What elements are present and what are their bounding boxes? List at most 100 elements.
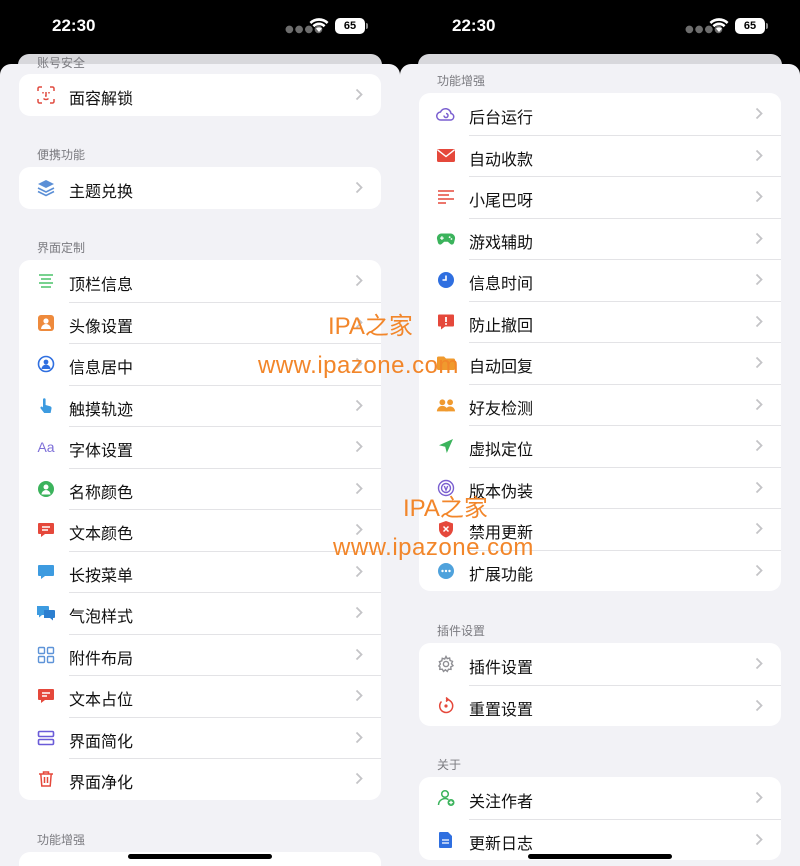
row-auto-receive[interactable]: 自动收款 <box>419 134 781 177</box>
row-label: 字体设置 <box>69 441 134 460</box>
row-follow-author[interactable]: 关注作者 <box>419 777 781 819</box>
menu-bubble-icon <box>36 562 56 582</box>
status-bar: 22:30 ●●●● 65 <box>0 0 400 56</box>
group-portable: 主题兑换 <box>19 167 381 209</box>
wifi-icon <box>709 18 729 32</box>
chevron-right-icon <box>355 648 363 660</box>
row-label: 后台运行 <box>469 108 534 127</box>
row-label: 小尾巴呀 <box>469 191 534 210</box>
battery-indicator: 65 <box>735 18 768 34</box>
avatar-frame-icon <box>36 313 56 333</box>
row-label: 虚拟定位 <box>469 440 534 459</box>
chevron-right-icon <box>755 232 763 244</box>
chevron-right-icon <box>355 689 363 702</box>
right-screen: 22:30 ●●●● 65 功能增强 后台运行 自动收款 小尾巴呀 游戏辅助 信… <box>400 0 800 866</box>
row-game-assist[interactable]: 游戏辅助 <box>419 217 781 260</box>
row-label: 自动回复 <box>469 357 534 376</box>
watermark-url: www.ipazone.com <box>258 352 459 379</box>
wifi-icon <box>309 18 329 32</box>
row-label: 自动收款 <box>469 149 534 169</box>
chevron-right-icon <box>755 833 763 845</box>
chevron-right-icon <box>355 181 363 194</box>
row-anti-recall[interactable]: 防止撤回 <box>419 300 781 343</box>
row-label: 面容解锁 <box>69 89 134 108</box>
row-avatar[interactable]: 头像设置 <box>19 301 381 344</box>
chat-bubbles-icon <box>36 603 56 623</box>
row-label: 关注作者 <box>469 792 534 811</box>
row-virtual-location[interactable]: 虚拟定位 <box>419 425 781 467</box>
person-circle-icon <box>36 354 56 374</box>
section-title-portable: 便携功能 <box>37 148 86 162</box>
settings-sheet[interactable]: 账号安全 面容解锁 便携功能 主题兑换 界面定制 顶栏信息 头像设置 信息居中 … <box>0 56 400 866</box>
row-label: 气泡样式 <box>69 607 134 626</box>
row-attachment-layout[interactable]: 附件布局 <box>19 633 381 676</box>
chevron-right-icon <box>355 772 363 785</box>
row-label: 附件布局 <box>69 648 134 668</box>
left-screen: 22:30 ●●●● 65 账号安全 面容解锁 便携功能 主题兑换 界面定制 顶… <box>0 0 400 866</box>
home-indicator <box>128 854 272 859</box>
chevron-right-icon <box>755 657 763 670</box>
font-aa-icon: Aa <box>37 439 55 455</box>
group-about: 关注作者 更新日志 <box>419 777 781 860</box>
chevron-right-icon <box>755 481 763 493</box>
row-label: 游戏辅助 <box>469 232 534 252</box>
row-font[interactable]: Aa 字体设置 <box>19 426 381 468</box>
row-background-run[interactable]: 后台运行 <box>419 93 781 135</box>
touch-hand-icon <box>36 396 56 416</box>
row-friend-check[interactable]: 好友检测 <box>419 383 781 426</box>
row-plugin-settings[interactable]: 插件设置 <box>419 643 781 685</box>
row-reset-settings[interactable]: 重置设置 <box>419 684 781 727</box>
settings-sheet[interactable]: 功能增强 后台运行 自动收款 小尾巴呀 游戏辅助 信息时间 防止撤回 自动回复 … <box>400 64 800 866</box>
row-auto-reply[interactable]: 自动回复 <box>419 342 781 384</box>
group-plugin: 插件设置 重置设置 <box>419 643 781 726</box>
row-label: 主题兑换 <box>69 182 134 201</box>
row-label: 界面净化 <box>69 773 134 792</box>
chevron-right-icon <box>755 791 763 804</box>
home-indicator <box>528 854 672 859</box>
reset-icon <box>436 696 456 716</box>
row-label: 顶栏信息 <box>69 275 134 294</box>
chevron-right-icon <box>355 482 363 494</box>
row-theme[interactable]: 主题兑换 <box>19 167 381 209</box>
chevron-right-icon <box>755 564 763 576</box>
row-label: 长按菜单 <box>69 565 134 585</box>
chevron-right-icon <box>755 398 763 410</box>
alert-bubble-icon <box>436 312 456 332</box>
row-purify[interactable]: 界面净化 <box>19 758 381 800</box>
chevron-right-icon <box>355 399 363 411</box>
row-label: 头像设置 <box>69 316 134 336</box>
row-longpress-menu[interactable]: 长按菜单 <box>19 550 381 593</box>
row-bubble-style[interactable]: 气泡样式 <box>19 592 381 634</box>
gamepad-icon <box>436 229 456 249</box>
section-title-ui: 界面定制 <box>37 241 86 255</box>
row-text-placeholder[interactable]: 文本占位 <box>19 675 381 717</box>
row-faceid[interactable]: 面容解锁 <box>19 74 381 116</box>
chevron-right-icon <box>355 440 363 453</box>
chevron-right-icon <box>355 274 363 287</box>
chevron-right-icon <box>755 107 763 120</box>
row-little-tail[interactable]: 小尾巴呀 <box>419 176 781 218</box>
group-ui-custom: 顶栏信息 头像设置 信息居中 触摸轨迹 Aa 字体设置 名称颜色 文本颜色 长按… <box>19 260 381 800</box>
row-text-color[interactable]: 文本颜色 <box>19 509 381 551</box>
trash-icon <box>36 769 56 789</box>
grid-layout-icon <box>36 645 56 665</box>
chevron-right-icon <box>755 356 763 369</box>
chevron-right-icon <box>755 439 763 452</box>
row-name-color[interactable]: 名称颜色 <box>19 467 381 510</box>
group-faceid: 面容解锁 <box>19 74 381 116</box>
row-simplify[interactable]: 界面简化 <box>19 716 381 759</box>
chevron-right-icon <box>755 149 763 161</box>
status-time: 22:30 <box>52 16 96 35</box>
text-lines-icon <box>436 187 456 207</box>
watermark-url: www.ipazone.com <box>333 534 534 561</box>
section-title-enhance: 功能增强 <box>437 74 486 88</box>
row-topbar[interactable]: 顶栏信息 <box>19 260 381 302</box>
row-message-time[interactable]: 信息时间 <box>419 259 781 301</box>
row-label: 插件设置 <box>469 658 534 677</box>
row-label: 好友检测 <box>469 398 534 418</box>
row-touch-trail[interactable]: 触摸轨迹 <box>19 384 381 427</box>
gear-icon <box>436 654 456 674</box>
person-color-icon <box>36 479 56 499</box>
chevron-right-icon <box>355 731 363 743</box>
layers-icon <box>36 178 56 198</box>
